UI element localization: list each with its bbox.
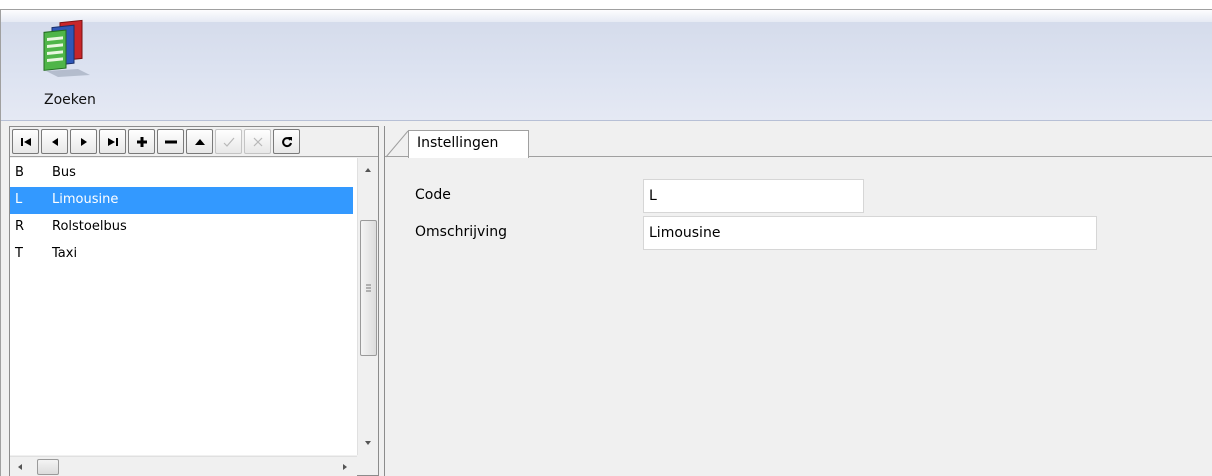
tab-edge-icon bbox=[385, 130, 409, 158]
list-item-code: L bbox=[15, 192, 23, 207]
list-item-code: T bbox=[15, 246, 23, 261]
list-item[interactable]: T Taxi bbox=[10, 241, 353, 268]
vehicle-type-list[interactable]: B Bus L Limousine R Rolstoelbus T Taxi bbox=[10, 158, 357, 455]
list-item-description: Limousine bbox=[52, 192, 119, 207]
list-panel: B Bus L Limousine R Rolstoelbus T Taxi bbox=[9, 126, 379, 476]
list-item-selected[interactable]: L Limousine bbox=[10, 187, 353, 214]
list-item-code: B bbox=[15, 165, 24, 180]
prior-record-button[interactable] bbox=[41, 129, 68, 154]
grip-icon bbox=[366, 284, 371, 292]
next-icon bbox=[80, 137, 87, 146]
post-record-button[interactable] bbox=[215, 129, 242, 154]
list-item-description: Taxi bbox=[52, 246, 78, 261]
prior-icon bbox=[51, 137, 58, 146]
plus-icon bbox=[136, 136, 147, 147]
refresh-icon bbox=[281, 136, 292, 147]
list-item[interactable]: R Rolstoelbus bbox=[10, 214, 353, 241]
code-field[interactable]: L bbox=[643, 179, 864, 213]
horizontal-scrollbar[interactable] bbox=[10, 456, 357, 476]
refresh-record-button[interactable] bbox=[273, 129, 300, 154]
vertical-scroll-thumb[interactable] bbox=[360, 220, 377, 356]
minus-icon bbox=[164, 140, 177, 143]
check-icon bbox=[223, 137, 234, 147]
last-record-button[interactable] bbox=[99, 129, 126, 154]
edit-record-button[interactable] bbox=[186, 129, 213, 154]
settings-form: Code L Omschrijving Limousine bbox=[385, 158, 1212, 476]
code-label: Code bbox=[415, 187, 451, 203]
list-item-description: Bus bbox=[52, 165, 76, 180]
next-record-button[interactable] bbox=[70, 129, 97, 154]
delete-record-button[interactable] bbox=[157, 129, 184, 154]
tab-instellingen[interactable]: Instellingen bbox=[408, 130, 529, 158]
detail-panel: Instellingen Code L Omschrijving Limousi… bbox=[384, 126, 1212, 476]
list-item[interactable]: B Bus bbox=[10, 160, 353, 187]
scroll-arrows-icon bbox=[18, 464, 347, 470]
search-button[interactable]: Zoeken bbox=[38, 17, 118, 115]
cancel-record-button[interactable] bbox=[244, 129, 271, 154]
insert-record-button[interactable] bbox=[128, 129, 155, 154]
search-files-icon bbox=[43, 19, 90, 77]
description-field[interactable]: Limousine bbox=[643, 216, 1097, 250]
list-item-description: Rolstoelbus bbox=[52, 219, 127, 234]
tab-label: Instellingen bbox=[417, 135, 499, 151]
tab-strip: Instellingen bbox=[385, 126, 1212, 158]
list-item-code: R bbox=[15, 219, 25, 234]
horizontal-scroll-thumb[interactable] bbox=[37, 459, 59, 475]
search-button-label: Zoeken bbox=[44, 92, 96, 108]
ribbon-toolbar: Zoeken bbox=[1, 10, 1212, 121]
first-icon bbox=[20, 137, 31, 146]
record-navigator bbox=[10, 127, 378, 157]
description-label: Omschrijving bbox=[415, 224, 507, 240]
first-record-button[interactable] bbox=[12, 129, 39, 154]
cancel-icon bbox=[253, 137, 262, 146]
last-icon bbox=[107, 137, 118, 146]
triangle-up-icon bbox=[194, 138, 205, 145]
vertical-scrollbar[interactable] bbox=[357, 158, 377, 455]
